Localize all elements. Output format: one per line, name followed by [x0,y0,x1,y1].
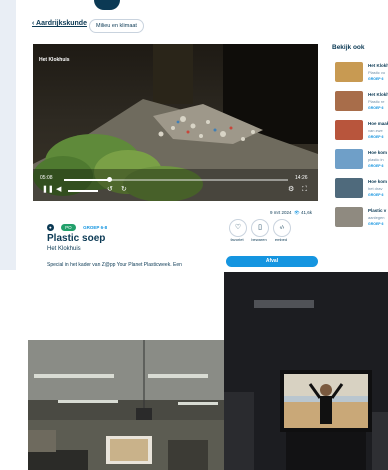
badge-row: ● PO GROEP 6-8 [47,219,110,232]
related-group: GROEP 6 [368,222,384,226]
topic-chip[interactable]: Milieu en klimaat [89,19,144,33]
views-count: 41,6k [301,210,313,215]
related-video-card[interactable]: Het Klokhuis Plastic vo GROEP 6 [332,62,388,88]
related-video-card[interactable]: Hoe kom het drav GROEP 6 [332,178,388,204]
breadcrumb[interactable]: ‹ Aardrijkskunde [32,20,87,27]
related-subtitle: Plastic vo [368,70,386,75]
tv-screen-scene [224,272,388,470]
related-subtitle: Plastic re [368,99,385,104]
level-badge: PO [61,224,76,232]
video-duration: 14:26 [295,175,308,181]
video-subtitle: Het Klokhuis [47,246,81,252]
forward-icon[interactable]: ↻ [121,186,127,194]
related-title: Hoe kom [368,150,388,155]
related-video-card[interactable]: Hoe maak van zwe GROEP 6 [332,120,388,146]
related-thumbnail [335,91,363,111]
related-title: Het Klokhuis [368,92,388,97]
related-group: GROEP 6 [368,164,384,168]
volume-slider[interactable] [68,190,98,192]
video-player[interactable]: Het Klokhuis 05:08 14:26 ❚❚ ◀ ↺ ↻ ⚙ ⛶ [33,44,318,201]
website-screenshot: ‹ Aardrijkskunde Milieu en klimaat Het K… [0,0,388,270]
logo [94,0,120,10]
classroom-photo-left [28,340,224,470]
related-group: GROEP 6 [368,135,384,139]
publish-date: 9 mrt 2024 👁 41,6k [270,210,312,216]
classroom-scene [28,340,224,470]
related-subtitle: het drav [368,186,383,191]
video-current-time: 05:08 [40,175,53,181]
video-progress-bar[interactable] [64,177,288,182]
related-subtitle: van zwe [368,128,383,133]
settings-gear-icon[interactable]: ⚙ [288,186,294,194]
video-progress-knob[interactable] [106,177,112,182]
video-description: Special in het kader van Z@pp Your Plane… [47,262,182,268]
save-button[interactable]: ▯ [251,219,269,237]
related-group: GROEP 6 [368,77,384,81]
volume-icon[interactable]: ◀ [56,186,61,194]
date-text: 9 mrt 2024 [270,210,292,215]
embed-icon: ‹/› [279,225,285,231]
fullscreen-icon[interactable]: ⛶ [302,186,307,194]
pause-icon[interactable]: ❚❚ [42,186,54,194]
related-subtitle: aanlegen [368,215,385,220]
classroom-photo-right [224,272,388,470]
related-video-card[interactable]: Plastic v aanlegen GROEP 6 [332,207,388,233]
related-title: Hoe maak [368,121,388,126]
heart-icon: ♡ [234,224,242,231]
video-frame [33,44,318,201]
related-title: Het Klokhuis [368,63,388,68]
group-badge: GROEP 6-8 [83,225,108,231]
related-subtitle: plastic in [368,157,384,162]
related-video-card[interactable]: Hoe kom plastic in GROEP 6 [332,149,388,175]
embed-label: embed [274,237,288,242]
video-source-label: Het Klokhuis [39,57,70,63]
related-thumbnail [335,149,363,169]
rewind-icon[interactable]: ↺ [107,186,113,194]
related-thumbnail [335,207,363,227]
related-thumbnail [335,120,363,140]
views-eye-icon: 👁 [292,210,300,215]
related-heading: Bekijk ook [332,44,365,51]
video-title: Plastic soep [47,233,106,244]
related-thumbnail [335,62,363,82]
broadcaster-icon: ● [47,224,54,232]
bookmark-icon: ▯ [258,224,262,231]
related-video-card[interactable]: Het Klokhuis Plastic re GROEP 6 [332,91,388,117]
video-progress-fill [64,179,109,181]
afval-button[interactable]: Afval [226,256,318,267]
favorite-button[interactable]: ♡ [229,219,247,237]
embed-button[interactable]: ‹/› [273,219,291,237]
related-title: Hoe kom [368,179,388,184]
related-title: Plastic v [368,208,387,213]
related-group: GROEP 6 [368,193,384,197]
related-thumbnail [335,178,363,198]
left-sidebar-strip [0,0,16,270]
related-group: GROEP 6 [368,106,384,110]
